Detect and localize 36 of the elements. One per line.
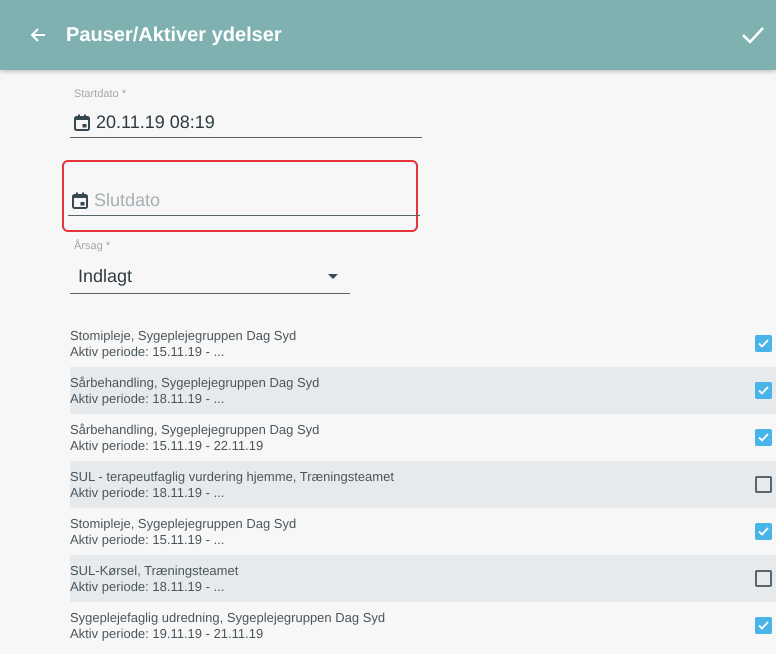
checkmark-icon[interactable] — [742, 26, 764, 44]
field-label: Årsag * — [74, 240, 112, 252]
check-icon — [758, 433, 769, 442]
check-icon — [758, 339, 769, 348]
service-name: SUL - terapeutfaglig vurdering hjemme, Træningsteamet — [70, 468, 395, 484]
screen-title: Pauser/Aktiver ydelser — [66, 24, 283, 46]
service-name: Sygeplejefaglig udredning, Sygeplejegruppen Dag Syd — [70, 610, 386, 626]
service-name: Sårbehandling, Sygeplejegruppen Dag Syd — [70, 422, 320, 438]
dropdown-caret-icon — [328, 274, 338, 279]
service-period: Aktiv periode: 18.11.19 - ... — [70, 484, 226, 500]
checkbox[interactable] — [755, 429, 772, 446]
back-arrow-icon[interactable] — [30, 27, 46, 43]
service-name: Sårbehandling, Sygeplejegruppen Dag Syd — [70, 374, 320, 390]
checkbox[interactable] — [755, 382, 772, 399]
service-period: Aktiv periode: 18.11.19 - ... — [70, 578, 226, 594]
service-period: Aktiv periode: 15.11.19 - 22.11.19 — [70, 438, 264, 454]
checkbox[interactable] — [755, 617, 772, 634]
calendar-icon — [74, 114, 90, 131]
service-period: Aktiv periode: 15.11.19 - ... — [70, 532, 226, 548]
service-period: Aktiv periode: 18.11.19 - ... — [70, 390, 226, 406]
service-name: Stomipleje, Sygeplejegruppen Dag Syd — [70, 516, 298, 532]
check-icon — [758, 386, 769, 395]
checkbox[interactable] — [755, 335, 772, 352]
checkbox[interactable] — [755, 476, 772, 493]
checkbox[interactable] — [755, 523, 772, 540]
service-name: Stomipleje, Sygeplejegruppen Dag Syd — [70, 328, 298, 344]
check-icon — [758, 621, 769, 630]
checkbox[interactable] — [755, 570, 772, 587]
service-period: Aktiv periode: 19.11.19 - 21.11.19 — [70, 626, 264, 642]
calendar-icon — [72, 192, 88, 209]
service-period: Aktiv periode: 15.11.19 - ... — [70, 344, 226, 360]
reason-dropdown[interactable]: Indlagt — [70, 260, 350, 294]
check-icon — [758, 527, 769, 536]
service-name: SUL-Kørsel, Træningsteamet — [70, 562, 240, 578]
field-label: Startdato * — [74, 88, 127, 100]
start-date-field[interactable]: 20.11.19 08:19 — [70, 106, 422, 138]
